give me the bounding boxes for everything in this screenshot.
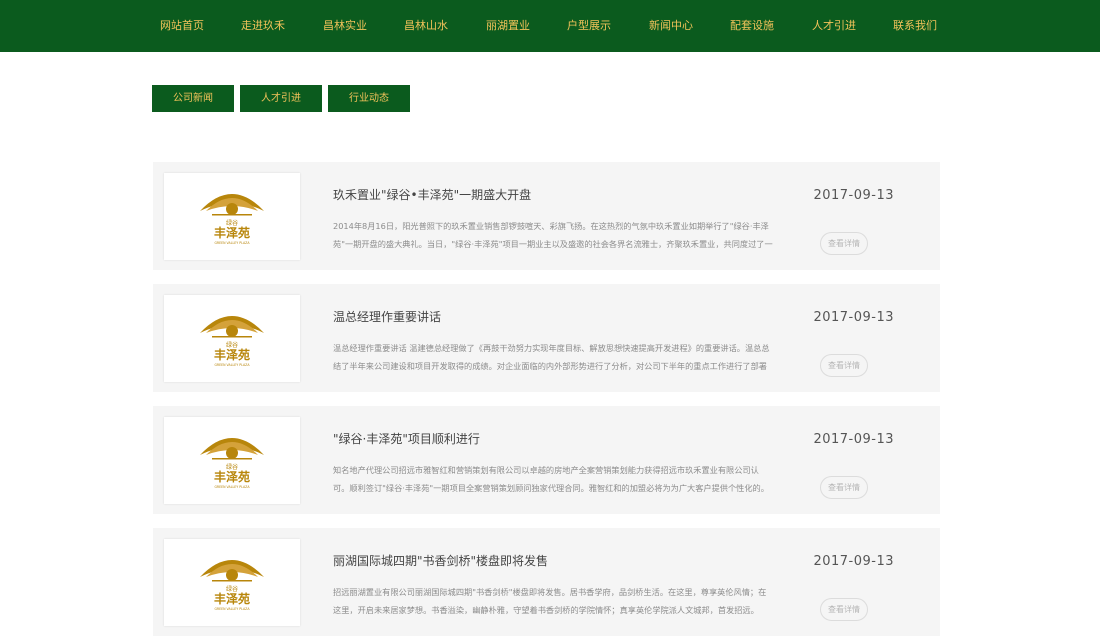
nav-item-contact[interactable]: 联系我们 (893, 0, 937, 52)
nav-item-about[interactable]: 走进玖禾 (241, 0, 285, 52)
green-valley-logo-icon: 绿谷 丰泽苑 GREEN VALLEY PLAZA (200, 316, 264, 367)
nav-item-changlin-shanshui[interactable]: 昌林山水 (404, 0, 448, 52)
tab-careers[interactable]: 人才引进 (240, 85, 322, 112)
nav-item-floorplans[interactable]: 户型展示 (567, 0, 611, 52)
view-details-button[interactable]: 查看详情 (820, 232, 868, 255)
news-thumbnail[interactable]: 绿谷 丰泽苑 GREEN VALLEY PLAZA (164, 295, 300, 382)
green-valley-logo-icon: 绿谷 丰泽苑 GREEN VALLEY PLAZA (200, 560, 264, 611)
news-title[interactable]: 温总经理作重要讲话 (333, 308, 441, 325)
nav-item-news-center[interactable]: 新闻中心 (649, 0, 693, 52)
logo-main-text: 丰泽苑 (214, 225, 250, 240)
news-thumbnail[interactable]: 绿谷 丰泽苑 GREEN VALLEY PLAZA (164, 539, 300, 626)
news-item[interactable]: 绿谷 丰泽苑 GREEN VALLEY PLAZA 丽湖国际城四期"书香剑桥"楼… (153, 528, 940, 636)
nav-item-facilities[interactable]: 配套设施 (730, 0, 774, 52)
green-valley-logo-icon: 绿谷 丰泽苑 GREEN VALLEY PLAZA (200, 438, 264, 489)
green-valley-logo-icon: 绿谷 丰泽苑 GREEN VALLEY PLAZA (200, 194, 264, 245)
news-date: 2017-09-13 (813, 188, 894, 203)
logo-main-text: 丰泽苑 (214, 347, 250, 362)
news-excerpt: 知名地产代理公司招远市雅智红和营销策划有限公司以卓越的房地产全案营销策划能力获得… (333, 465, 769, 493)
view-details-button[interactable]: 查看详情 (820, 354, 868, 377)
logo-en-text: GREEN VALLEY PLAZA (214, 363, 250, 367)
news-excerpt: 招远丽湖置业有限公司丽湖国际城四期"书香剑桥"楼盘即将发售。居书香学府，品剑桥生… (333, 587, 767, 615)
logo-en-text: GREEN VALLEY PLAZA (214, 607, 250, 611)
logo-en-text: GREEN VALLEY PLAZA (214, 241, 250, 245)
news-item[interactable]: 绿谷 丰泽苑 GREEN VALLEY PLAZA 温总经理作重要讲话 温总经理… (153, 284, 940, 392)
news-title[interactable]: 丽湖国际城四期"书香剑桥"楼盘即将发售 (333, 552, 548, 569)
news-date: 2017-09-13 (813, 554, 894, 569)
nav-item-careers[interactable]: 人才引进 (812, 0, 856, 52)
news-excerpt: 2014年8月16日，阳光普照下的玖禾置业销售部锣鼓喧天、彩旗飞扬。在这热烈的气… (333, 221, 773, 249)
news-thumbnail[interactable]: 绿谷 丰泽苑 GREEN VALLEY PLAZA (164, 417, 300, 504)
news-title[interactable]: 玖禾置业"绿谷•丰泽苑"一期盛大开盘 (333, 186, 531, 203)
view-details-button[interactable]: 查看详情 (820, 476, 868, 499)
logo-en-text: GREEN VALLEY PLAZA (214, 485, 250, 489)
tab-company-news[interactable]: 公司新闻 (152, 85, 234, 112)
nav-item-changlin-industry[interactable]: 昌林实业 (323, 0, 367, 52)
tab-industry-news[interactable]: 行业动态 (328, 85, 410, 112)
news-date: 2017-09-13 (813, 432, 894, 447)
news-excerpt: 温总经理作重要讲话 温建德总经理做了《再鼓干劲努力实现年度目标、解放思想快速提高… (333, 343, 770, 371)
nav-item-home[interactable]: 网站首页 (160, 0, 204, 52)
news-title[interactable]: "绿谷·丰泽苑"项目顺利进行 (333, 430, 480, 447)
logo-main-text: 丰泽苑 (214, 591, 250, 606)
top-nav-bar: 网站首页 走进玖禾 昌林实业 昌林山水 丽湖置业 户型展示 新闻中心 配套设施 … (0, 0, 1100, 52)
news-date: 2017-09-13 (813, 310, 894, 325)
news-item[interactable]: 绿谷 丰泽苑 GREEN VALLEY PLAZA "绿谷·丰泽苑"项目顺利进行… (153, 406, 940, 514)
news-thumbnail[interactable]: 绿谷 丰泽苑 GREEN VALLEY PLAZA (164, 173, 300, 260)
news-item[interactable]: 绿谷 丰泽苑 GREEN VALLEY PLAZA 玖禾置业"绿谷•丰泽苑"一期… (153, 162, 940, 270)
logo-main-text: 丰泽苑 (214, 469, 250, 484)
category-tabs: 公司新闻 人才引进 行业动态 (152, 85, 410, 112)
nav-item-lihu[interactable]: 丽湖置业 (486, 0, 530, 52)
